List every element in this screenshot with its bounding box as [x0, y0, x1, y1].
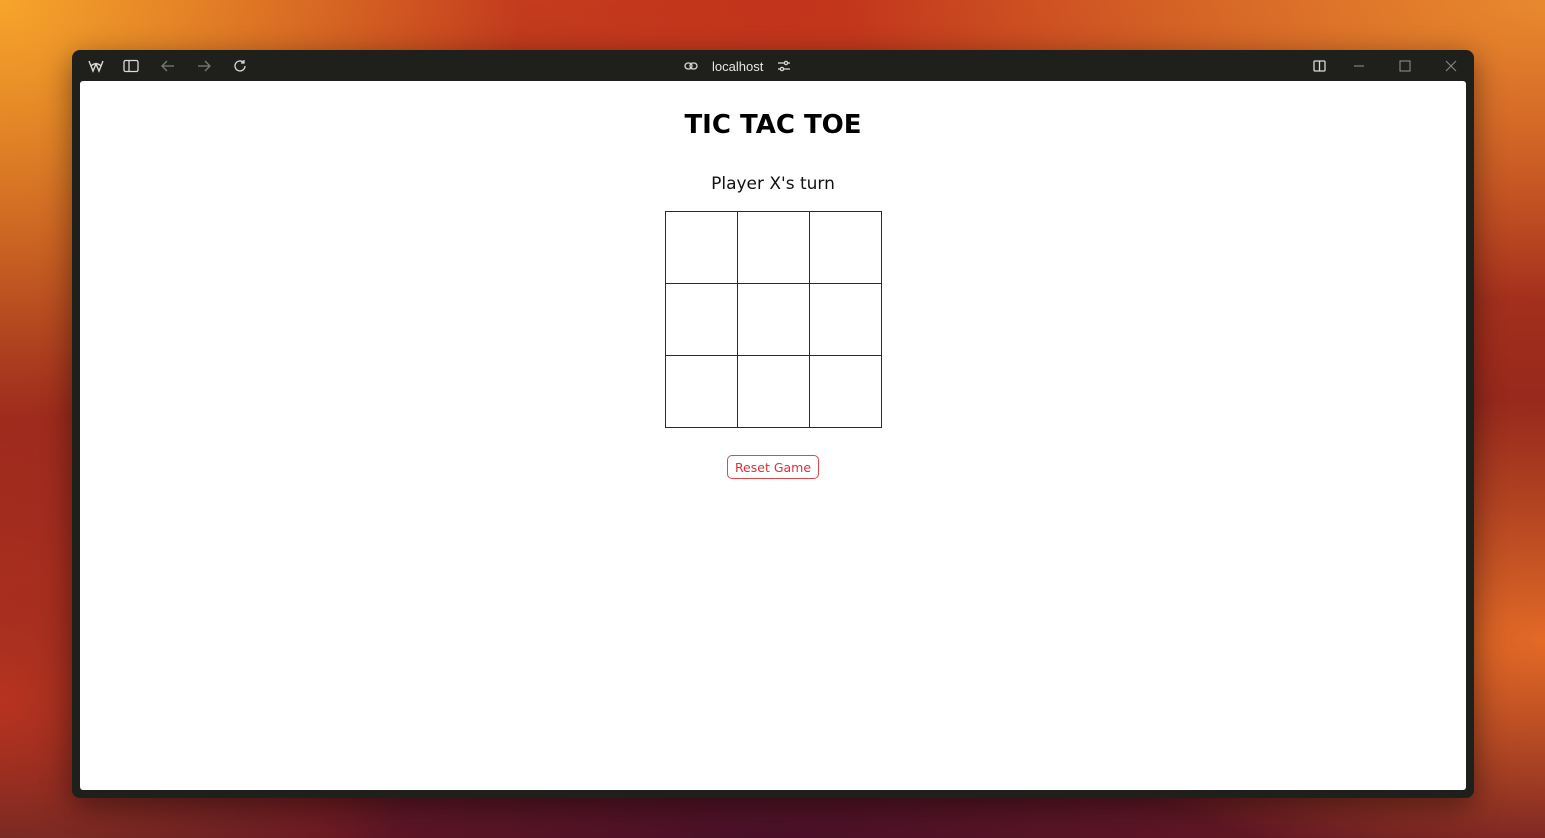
game-board	[664, 210, 882, 428]
close-icon[interactable]	[1441, 56, 1461, 76]
turn-status: Player X's turn	[711, 174, 835, 194]
board-cell-4[interactable]	[664, 282, 738, 356]
board-cell-1[interactable]	[664, 210, 738, 284]
forward-arrow-icon[interactable]	[194, 56, 214, 76]
board-cell-3[interactable]	[808, 210, 882, 284]
title-bar: localhost	[72, 50, 1474, 81]
address-text[interactable]: localhost	[712, 59, 763, 74]
board-cell-5[interactable]	[736, 282, 810, 356]
board-cell-6[interactable]	[808, 282, 882, 356]
minimize-icon[interactable]	[1349, 56, 1369, 76]
sidebar-toggle-icon[interactable]	[121, 56, 141, 76]
reload-icon[interactable]	[230, 56, 250, 76]
sliders-icon[interactable]	[777, 60, 791, 72]
split-view-icon[interactable]	[1309, 56, 1329, 76]
maximize-icon[interactable]	[1395, 56, 1415, 76]
browser-window: localhost TIC TAC TOE Player X's turn Re…	[72, 50, 1474, 798]
page-title: TIC TAC TOE	[684, 110, 862, 140]
board-cell-8[interactable]	[736, 354, 810, 428]
board-cell-7[interactable]	[664, 354, 738, 428]
board-cell-2[interactable]	[736, 210, 810, 284]
browser-logo-icon[interactable]	[86, 56, 106, 76]
link-icon	[684, 61, 698, 71]
reset-game-button[interactable]: Reset Game	[727, 455, 819, 479]
page-viewport: TIC TAC TOE Player X's turn Reset Game	[80, 81, 1466, 790]
address-bar[interactable]: localhost	[684, 55, 791, 77]
board-cell-9[interactable]	[808, 354, 882, 428]
back-arrow-icon[interactable]	[158, 56, 178, 76]
